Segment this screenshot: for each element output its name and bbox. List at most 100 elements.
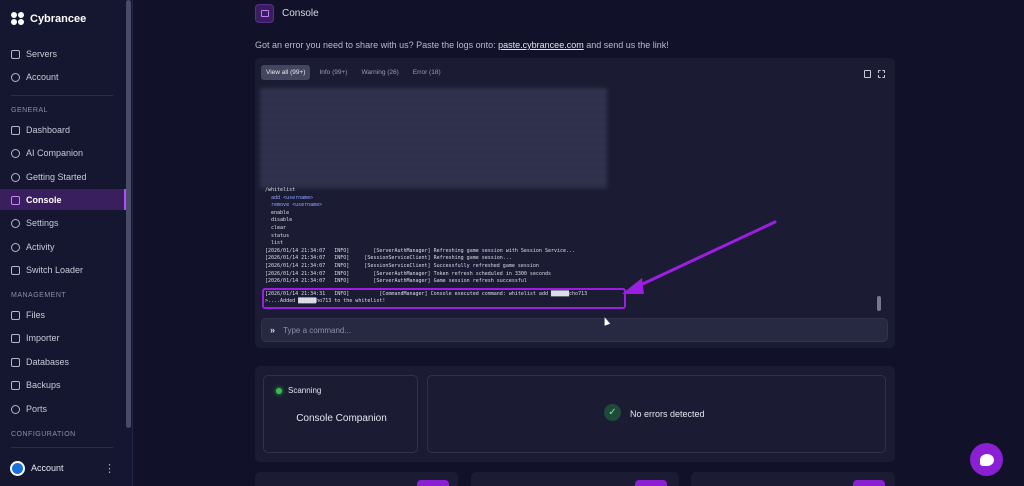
chat-support-button[interactable] [970, 443, 1003, 476]
sidebar: Cybrancee Servers Account GENERAL Dashbo… [0, 0, 133, 486]
section-management: MANAGEMENT [11, 292, 67, 299]
swap-icon [11, 265, 20, 275]
sidebar-item-servers[interactable]: Servers [11, 47, 57, 61]
sidebar-item-label: Console [26, 195, 62, 205]
sidebar-divider [11, 447, 113, 448]
command-input[interactable] [283, 325, 844, 335]
annotation-arrow [622, 220, 777, 294]
account-menu[interactable]: Account ⋮ [10, 458, 115, 478]
terminal-icon [255, 4, 274, 23]
log-line: enable [265, 209, 290, 216]
console-scrollbar[interactable] [877, 296, 881, 311]
sidebar-item-settings[interactable]: Settings [11, 216, 59, 230]
scan-status: Scanning [288, 386, 322, 395]
tab-view-all[interactable]: View all (99+) [261, 65, 311, 80]
chat-bubble-icon [979, 453, 994, 466]
sidebar-item-databases[interactable]: Databases [11, 355, 69, 369]
chevrons-right-icon: » [270, 325, 276, 335]
sidebar-item-label: Ports [26, 404, 48, 414]
sidebar-item-ai-companion[interactable]: AI Companion [11, 146, 83, 160]
tab-warning[interactable]: Warning (26) [356, 65, 403, 80]
log-line: [2026/01/14 21:34:07 INFO] [SessionServi… [265, 255, 512, 262]
stat-badge [417, 480, 449, 486]
paste-link[interactable]: paste.cybrancee.com [498, 40, 584, 50]
sidebar-item-label: Activity [26, 242, 55, 252]
expand-icon[interactable] [878, 70, 885, 78]
tab-error[interactable]: Error (18) [408, 65, 446, 80]
account-label: Account [31, 463, 64, 473]
sidebar-item-ports[interactable]: Ports [11, 402, 47, 416]
brand-name: Cybrancee [30, 13, 87, 25]
stat-card [471, 472, 679, 486]
more-vertical-icon[interactable]: ⋮ [104, 462, 115, 475]
sidebar-item-dashboard[interactable]: Dashboard [11, 123, 70, 137]
section-configuration: CONFIGURATION [11, 431, 76, 438]
port-icon [11, 404, 20, 414]
log-line: [2026/01/14 21:34:07 INFO] [ServerAuthMa… [265, 270, 551, 277]
sidebar-item-files[interactable]: Files [11, 308, 45, 322]
stat-badge [635, 480, 667, 486]
command-bar: » [261, 318, 888, 342]
server-icon [11, 49, 20, 59]
companion-title: Console Companion [296, 413, 387, 424]
blurred-log-output [260, 88, 607, 188]
page-title: Console [282, 8, 319, 19]
sidebar-item-switch-loader[interactable]: Switch Loader [11, 263, 83, 277]
log-line: remove <username> [265, 202, 323, 209]
sidebar-item-getting-started[interactable]: Getting Started [11, 170, 87, 184]
database-icon [11, 357, 20, 367]
clipboard-icon[interactable] [864, 70, 871, 78]
grid-icon [11, 125, 20, 135]
tab-info[interactable]: Info (99+) [314, 65, 352, 80]
archive-icon [11, 380, 20, 390]
log-line: [2026/01/14 21:34:07 INFO] [ServerAuthMa… [265, 278, 527, 285]
console-panel: View all (99+) Info (99+) Warning (26) E… [255, 58, 895, 348]
sidebar-item-label: Backups [26, 380, 61, 390]
section-general: GENERAL [11, 107, 48, 114]
log-line: add <username> [265, 194, 314, 201]
sidebar-item-backups[interactable]: Backups [11, 378, 61, 392]
sidebar-item-label: Importer [26, 333, 60, 343]
terminal-icon [11, 195, 20, 205]
log-line: list [265, 240, 284, 247]
page-header: Console [255, 4, 319, 23]
user-icon [11, 72, 20, 82]
sidebar-item-label: AI Companion [26, 148, 84, 158]
sidebar-item-importer[interactable]: Importer [11, 331, 60, 345]
rocket-icon [11, 172, 20, 182]
sidebar-item-label: Account [26, 72, 59, 82]
sidebar-item-label: Switch Loader [26, 265, 84, 275]
sidebar-item-label: Databases [26, 357, 70, 367]
sidebar-item-label: Dashboard [26, 125, 71, 135]
stat-card [691, 472, 895, 486]
import-icon [11, 333, 20, 343]
paste-info-text: Got an error you need to share with us? … [255, 40, 499, 50]
sidebar-item-account[interactable]: Account [11, 70, 59, 84]
log-line: disable [265, 217, 293, 224]
highlight-box [262, 288, 626, 309]
status-dot-icon [276, 388, 282, 394]
gear-icon [11, 218, 20, 228]
eye-icon [11, 242, 20, 252]
sidebar-divider [11, 95, 113, 96]
sidebar-item-console[interactable]: Console [11, 193, 62, 207]
paste-info: Got an error you need to share with us? … [255, 40, 669, 50]
companion-status-box: Scanning Console Companion [263, 375, 418, 453]
companion-panel: Scanning Console Companion ✓ No errors d… [255, 366, 895, 462]
log-line: [2026/01/14 21:34:07 INFO] [ServerAuthMa… [265, 247, 576, 254]
sidebar-item-label: Files [26, 310, 46, 320]
account-avatar-icon [10, 460, 25, 476]
sidebar-item-activity[interactable]: Activity [11, 240, 55, 254]
error-result-text: No errors detected [630, 409, 705, 419]
log-filter-tabs: View all (99+) Info (99+) Warning (26) E… [261, 65, 446, 80]
brand[interactable]: Cybrancee [11, 12, 86, 26]
stat-card [255, 472, 458, 486]
brand-logo-icon [11, 12, 25, 26]
log-line: /whitelist [265, 187, 296, 193]
file-icon [11, 310, 20, 320]
log-line: status [265, 232, 290, 239]
paste-info-suffix: and send us the link! [583, 40, 669, 50]
check-icon: ✓ [604, 404, 621, 421]
sidebar-scrollbar[interactable] [126, 0, 131, 428]
stat-badge [853, 480, 885, 486]
